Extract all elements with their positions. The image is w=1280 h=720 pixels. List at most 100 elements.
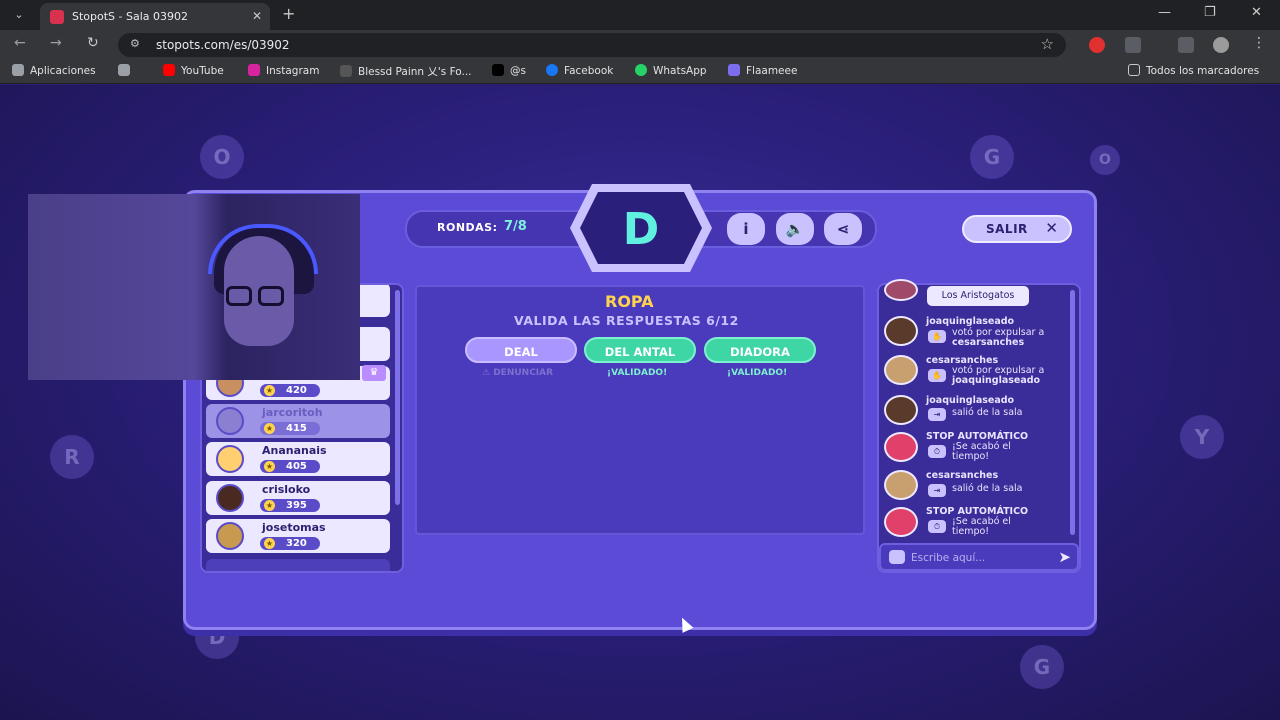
player-score: ★ 405: [260, 460, 320, 473]
flaameee-icon: [728, 64, 740, 76]
chat-message: ¡Se acabó el tiempo!: [952, 516, 1011, 537]
close-window-icon[interactable]: ✕: [1251, 5, 1262, 20]
player-name: josetomas: [262, 521, 326, 534]
answer-del-antal[interactable]: DEL ANTAL: [584, 337, 696, 363]
bg-letter-bubble: O: [200, 135, 244, 179]
glasses-lens: [258, 286, 284, 306]
site-info-icon[interactable]: ⚙: [130, 37, 140, 50]
chat-avatar: [884, 279, 918, 301]
info-icon: i: [743, 220, 749, 238]
restore-icon[interactable]: ❐: [1204, 5, 1216, 20]
media-control-icon[interactable]: [1178, 37, 1194, 53]
bookmark-star-icon[interactable]: ☆: [1041, 35, 1054, 53]
exit-button[interactable]: SALIR ✕: [962, 215, 1072, 243]
chat-avatar: [884, 507, 918, 537]
browser-menu-icon[interactable]: ⋮: [1252, 35, 1266, 51]
extension-record-icon[interactable]: [1089, 37, 1105, 53]
player-card: josetomas ★ 320: [206, 519, 390, 553]
validated-label: ¡VALIDADO!: [727, 368, 788, 378]
current-letter-hexagon: D: [570, 184, 712, 272]
player-score: ★ 395: [260, 499, 320, 512]
profile-avatar[interactable]: [1213, 37, 1229, 53]
url-text: stopots.com/es/03902: [156, 38, 290, 52]
timer-icon: ⏱: [928, 520, 946, 533]
player-avatar: [216, 522, 244, 550]
warning-icon: ⚠: [482, 368, 494, 378]
bg-letter-bubble: G: [1020, 645, 1064, 689]
bookmark-apps[interactable]: Aplicaciones: [12, 64, 96, 77]
player-score: ★ 320: [260, 537, 320, 550]
star-icon: ★: [264, 423, 275, 434]
forward-icon[interactable]: →: [50, 35, 62, 51]
tab-groups-icon: [118, 64, 130, 76]
bookmark-whatsapp[interactable]: WhatsApp: [635, 64, 707, 77]
chat-message: votó por expulsar a joaquinglaseado: [952, 365, 1045, 386]
bookmark-facebook[interactable]: Facebook: [546, 64, 613, 77]
new-tab-button[interactable]: +: [282, 4, 295, 23]
answer-diadora[interactable]: DIADORA: [704, 337, 816, 363]
players-scrollbar[interactable]: [395, 290, 400, 505]
player-avatar: [216, 445, 244, 473]
star-icon: ★: [264, 461, 275, 472]
chat-message: salió de la sala: [952, 483, 1023, 494]
sound-button[interactable]: 🔈: [776, 213, 814, 245]
timer-icon: ⏱: [928, 445, 946, 458]
chat-message: votó por expulsar a cesarsanches: [952, 327, 1045, 348]
close-tab-icon[interactable]: ✕: [252, 3, 262, 30]
active-tab[interactable]: StopotS - Sala 03902 ✕: [40, 3, 270, 30]
bookmark-flaameee[interactable]: Flaameee: [728, 64, 797, 77]
player-avatar: [216, 484, 244, 512]
current-letter: D: [623, 204, 660, 255]
chat-avatar: [884, 316, 918, 346]
bookmark-instagram[interactable]: Instagram: [248, 64, 319, 77]
vote-icon: ✋: [928, 330, 946, 343]
back-icon[interactable]: ←: [14, 35, 26, 51]
send-icon[interactable]: ➤: [1058, 548, 1071, 566]
share-icon: ⋖: [836, 220, 850, 238]
report-link[interactable]: ⚠ DENUNCIAR: [482, 368, 553, 378]
vote-icon: ✋: [928, 369, 946, 382]
info-button[interactable]: i: [727, 213, 765, 245]
chat-username: joaquinglaseado: [926, 395, 1015, 406]
player-card: jarcoritoh ★ 415: [206, 404, 390, 438]
tab-search-button[interactable]: ⌄: [8, 5, 30, 25]
answer-deal[interactable]: DEAL: [465, 337, 577, 363]
player-score: ★ 415: [260, 422, 320, 435]
bookmark-grid[interactable]: [118, 64, 136, 77]
star-icon: ★: [264, 500, 275, 511]
rounds-label: RONDAS:: [437, 221, 498, 234]
star-icon: ★: [264, 538, 275, 549]
chat-input-bar: ➤: [879, 543, 1079, 571]
apps-grid-icon: [12, 64, 24, 76]
chat-avatar: [884, 355, 918, 385]
tab-title: StopotS - Sala 03902: [72, 10, 189, 23]
extensions-puzzle-icon[interactable]: [1125, 37, 1141, 53]
bg-letter-bubble: G: [970, 135, 1014, 179]
bookmark-blessd[interactable]: Blessd Painn 乂's Fo...: [340, 64, 472, 79]
tiktok-icon: [492, 64, 504, 76]
facebook-icon: [546, 64, 558, 76]
share-button[interactable]: ⋖: [824, 213, 862, 245]
star-icon: ★: [264, 385, 275, 396]
bg-letter-bubble: O: [1090, 145, 1120, 175]
chat-input[interactable]: [911, 549, 1051, 567]
chat-bubble-icon: [889, 550, 905, 564]
chat-avatar: [884, 470, 918, 500]
bg-letter-bubble: R: [50, 435, 94, 479]
chat-username: cesarsanches: [926, 470, 999, 481]
validated-label: ¡VALIDADO!: [607, 368, 668, 378]
youtube-icon: [163, 64, 175, 76]
blessd-icon: [340, 65, 352, 77]
address-bar[interactable]: ⚙ stopots.com/es/03902 ☆: [118, 33, 1066, 57]
reload-icon[interactable]: ↻: [87, 35, 99, 51]
folder-icon: [1128, 64, 1140, 76]
bookmark-youtube[interactable]: YouTube: [163, 64, 224, 77]
minimize-icon[interactable]: —: [1158, 5, 1171, 20]
all-bookmarks[interactable]: Todos los marcadores: [1128, 64, 1259, 77]
player-card: Anananais ★ 405: [206, 442, 390, 476]
exit-door-icon: ⇥: [928, 484, 946, 497]
player-name: jarcoritoh: [262, 406, 323, 419]
bookmark-tiktok[interactable]: @s: [492, 64, 526, 77]
whatsapp-icon: [635, 64, 647, 76]
exit-label: SALIR: [986, 222, 1028, 236]
